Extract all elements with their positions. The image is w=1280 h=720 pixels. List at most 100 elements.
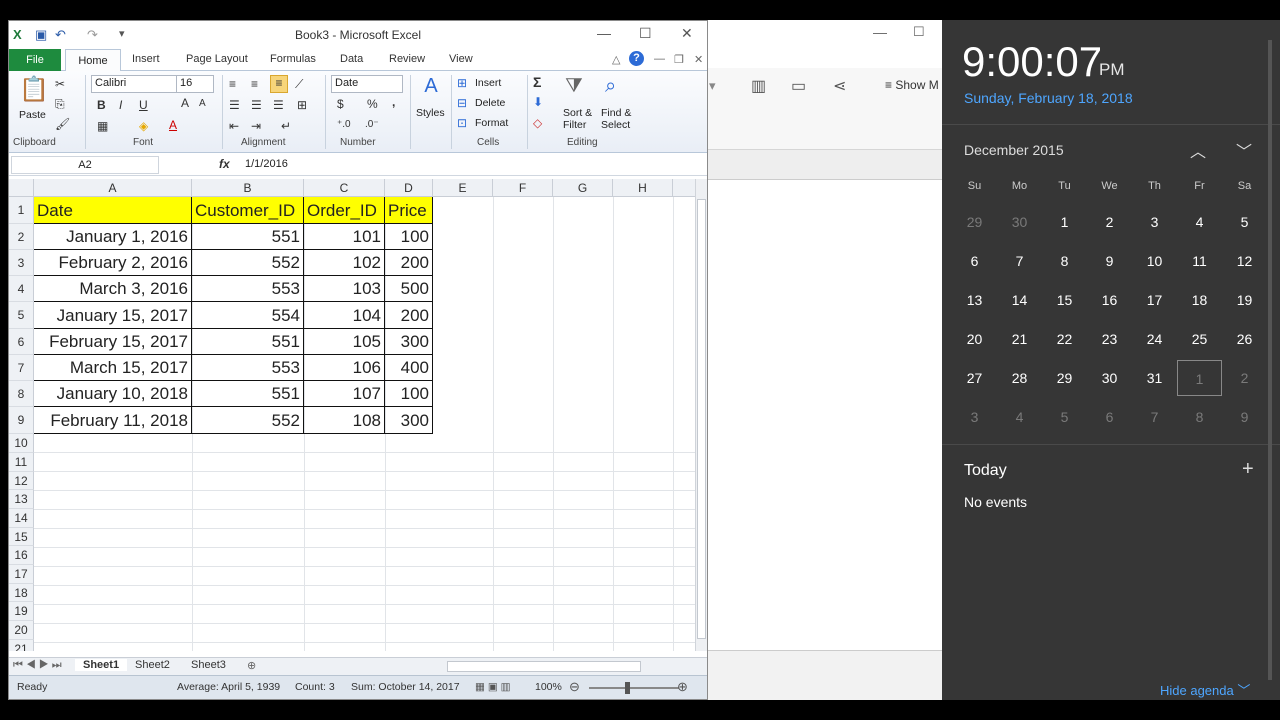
align-center-icon[interactable]: ☰ [251, 98, 262, 112]
close-icon[interactable]: ✕ [694, 53, 703, 66]
sheet-tab-sheet1[interactable]: Sheet1 [75, 659, 128, 671]
tab-insert[interactable]: Insert [132, 53, 160, 65]
chart-icon[interactable]: ▥ [751, 76, 766, 96]
cut-icon[interactable]: ✂ [55, 77, 65, 91]
orientation-icon[interactable]: ⟋ [295, 77, 303, 92]
grow-font-icon[interactable]: A [181, 96, 189, 110]
insert-button[interactable]: Insert [475, 77, 501, 89]
maximize-icon[interactable]: ☐ [913, 24, 925, 40]
calendar-day-hovered[interactable]: 1 [1177, 360, 1222, 396]
row-header[interactable]: 2 [9, 224, 34, 250]
font-color-icon[interactable]: A [169, 118, 177, 132]
table-cell[interactable]: 300 [385, 329, 433, 355]
calendar-day[interactable]: 7 [997, 243, 1042, 279]
table-cell[interactable]: 100 [385, 224, 433, 250]
table-cell[interactable]: 107 [304, 381, 385, 407]
filter-label[interactable]: Filter [563, 119, 586, 131]
tab-page-layout[interactable]: Page Layout [186, 53, 248, 65]
align-middle-icon[interactable]: ≡ [251, 77, 258, 91]
table-cell[interactable]: 108 [304, 407, 385, 434]
table-cell[interactable]: 400 [385, 355, 433, 381]
table-cell[interactable]: 106 [304, 355, 385, 381]
select-label[interactable]: Select [601, 119, 630, 131]
row-header[interactable]: 12 [9, 472, 34, 490]
table-cell[interactable]: 200 [385, 250, 433, 276]
row-header[interactable]: 7 [9, 355, 34, 381]
autosum-button[interactable]: Σ [533, 74, 541, 90]
format-painter-icon[interactable]: 🖌 [55, 117, 70, 131]
table-cell[interactable]: 500 [385, 276, 433, 302]
calendar-day[interactable]: 4 [1177, 204, 1222, 240]
table-cell[interactable]: 102 [304, 250, 385, 276]
zoom-level[interactable]: 100% [535, 681, 562, 693]
calendar-day[interactable]: 11 [1177, 243, 1222, 279]
calendar-day[interactable]: 22 [1042, 321, 1087, 357]
add-event-icon[interactable]: + [1242, 458, 1254, 481]
calendar-day[interactable]: 31 [1132, 360, 1177, 396]
calendar-day[interactable]: 5 [1042, 399, 1087, 435]
table-cell[interactable]: February 11, 2018 [34, 407, 192, 434]
table-header-cell[interactable]: Price [385, 197, 433, 224]
table-cell[interactable]: 551 [192, 329, 304, 355]
row-header[interactable]: 9 [9, 407, 34, 434]
calendar-day[interactable]: 23 [1087, 321, 1132, 357]
close-icon[interactable]: ✕ [681, 25, 693, 42]
calendar-day[interactable]: 14 [997, 282, 1042, 318]
table-header-cell[interactable]: Customer_ID [192, 197, 304, 224]
table-cell[interactable]: January 10, 2018 [34, 381, 192, 407]
row-header[interactable]: 19 [9, 602, 34, 621]
row-header[interactable]: 21 [9, 640, 34, 651]
insert-cells-icon[interactable]: ⊞ [457, 76, 467, 90]
calendar-day[interactable]: 20 [952, 321, 997, 357]
clear-icon[interactable]: ◇ [533, 116, 542, 130]
row-header[interactable]: 14 [9, 509, 34, 528]
table-cell[interactable]: 300 [385, 407, 433, 434]
table-cell[interactable]: 551 [192, 224, 304, 250]
row-header[interactable]: 5 [9, 302, 34, 329]
zoom-in-icon[interactable]: ⊕ [677, 679, 688, 695]
calendar-day[interactable]: 2 [1087, 204, 1132, 240]
calendar-day[interactable]: 8 [1177, 399, 1222, 435]
calendar-day[interactable]: 4 [997, 399, 1042, 435]
table-cell[interactable]: 552 [192, 250, 304, 276]
copy-icon[interactable]: ⎘ [55, 97, 65, 112]
row-header[interactable]: 20 [9, 621, 34, 640]
align-top-icon[interactable]: ≡ [229, 77, 236, 91]
sheet-tab-sheet2[interactable]: Sheet2 [135, 659, 170, 671]
number-format-combo[interactable]: Date [331, 75, 403, 93]
sort-filter-icon[interactable]: ⧩ [565, 75, 583, 98]
minimize-ribbon-icon[interactable]: △ [612, 53, 620, 66]
calendar-day[interactable]: 9 [1222, 399, 1267, 435]
hide-agenda-button[interactable]: Hide agenda ﹀ [1160, 680, 1250, 699]
table-cell[interactable]: 104 [304, 302, 385, 329]
calendar-day[interactable]: 30 [1087, 360, 1132, 396]
table-cell[interactable]: 103 [304, 276, 385, 302]
calendar-day[interactable]: 3 [952, 399, 997, 435]
styles-icon[interactable]: A [419, 75, 443, 101]
row-header[interactable]: 17 [9, 565, 34, 584]
column-header[interactable]: H [613, 179, 673, 197]
font-name-combo[interactable]: Calibri [91, 75, 177, 93]
chevron-up-icon[interactable]: ︿ [1190, 138, 1206, 162]
calendar-day[interactable]: 17 [1132, 282, 1177, 318]
sort-label[interactable]: Sort & [563, 107, 592, 119]
calendar-day[interactable]: 15 [1042, 282, 1087, 318]
percent-button[interactable]: % [367, 97, 378, 111]
zoom-slider-thumb[interactable] [625, 682, 630, 694]
row-header[interactable]: 10 [9, 434, 34, 453]
table-cell[interactable]: January 15, 2017 [34, 302, 192, 329]
present-icon[interactable]: ▭ [791, 76, 806, 96]
bold-icon[interactable]: B [97, 98, 106, 112]
tab-data[interactable]: Data [340, 53, 363, 65]
row-header[interactable]: 16 [9, 546, 34, 565]
fill-color-icon[interactable]: ◈ [139, 119, 148, 133]
select-all-corner[interactable] [9, 179, 34, 197]
font-size-combo[interactable]: 16 [176, 75, 214, 93]
insert-function-button[interactable]: fx [219, 157, 230, 171]
calendar-day[interactable]: 1 [1042, 204, 1087, 240]
column-header[interactable]: E [433, 179, 493, 197]
chevron-down-icon[interactable]: ▾ [709, 78, 716, 94]
italic-icon[interactable]: I [119, 98, 122, 112]
new-sheet-icon[interactable]: ⊕ [247, 659, 256, 672]
column-header[interactable]: G [553, 179, 613, 197]
